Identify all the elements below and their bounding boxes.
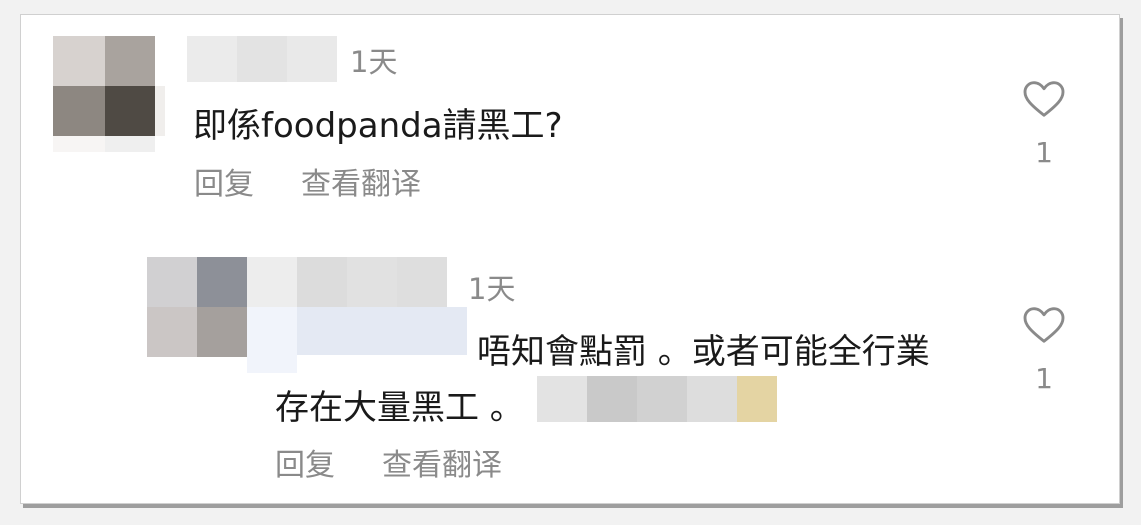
reply-button[interactable]: 回复 — [194, 159, 254, 203]
reply-timestamp: 1天 — [468, 272, 516, 306]
view-translation-button[interactable]: 查看翻译 — [301, 159, 421, 203]
heart-icon[interactable] — [1022, 80, 1066, 118]
heart-icon[interactable] — [1022, 306, 1066, 344]
view-translation-button[interactable]: 查看翻译 — [382, 440, 502, 484]
reply-text-line1: 唔知會點罰 。或者可能全行業 — [477, 332, 930, 372]
like-count: 1 — [1035, 136, 1053, 169]
reply-button[interactable]: 回复 — [275, 440, 335, 484]
comment-timestamp: 1天 — [350, 45, 398, 79]
like-count: 1 — [1035, 362, 1053, 395]
reply-text-line2: 存在大量黑工 。 — [275, 388, 524, 428]
comment-text: 即係foodpanda請黑工? — [193, 106, 563, 146]
